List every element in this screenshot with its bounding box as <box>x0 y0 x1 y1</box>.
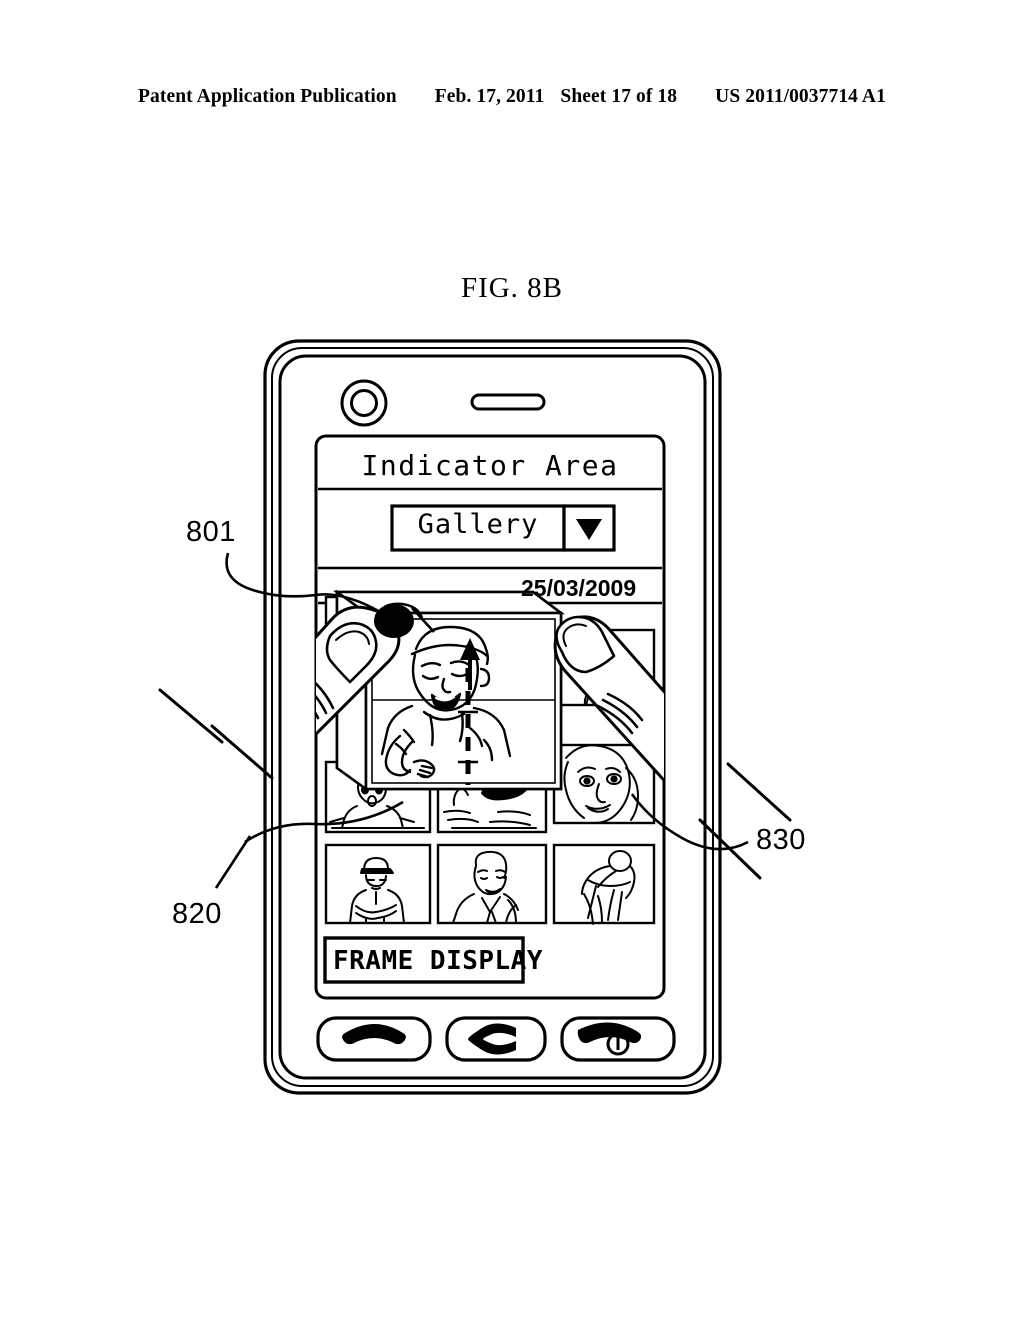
figure-drawing <box>158 339 792 1095</box>
thumbnail-r3c3[interactable] <box>552 843 656 925</box>
thumbnail-r3c2[interactable] <box>436 843 548 925</box>
indicator-area-label: Indicator Area <box>361 449 619 482</box>
patent-figure-page: Patent Application Publication Feb. 17, 2… <box>0 0 1024 1320</box>
leader-line-820 <box>214 835 252 889</box>
left-finger-shaft-outside <box>158 688 274 780</box>
send-key-button[interactable] <box>316 1016 432 1062</box>
thumbnail-r2c3[interactable] <box>552 743 656 825</box>
gallery-dropdown-label[interactable]: Gallery <box>392 509 564 540</box>
clear-key-button[interactable] <box>445 1016 547 1062</box>
frame-display-button-label[interactable]: FRAME DISPLAY <box>333 946 543 976</box>
camera-lens-icon <box>340 379 388 427</box>
hardware-button-row <box>316 1016 676 1062</box>
gallery-date-label: 25/03/2009 <box>521 575 637 601</box>
end-key-button[interactable] <box>560 1016 676 1062</box>
earpiece-speaker-icon <box>470 393 546 411</box>
thumbnail-r3c1[interactable] <box>324 843 432 925</box>
